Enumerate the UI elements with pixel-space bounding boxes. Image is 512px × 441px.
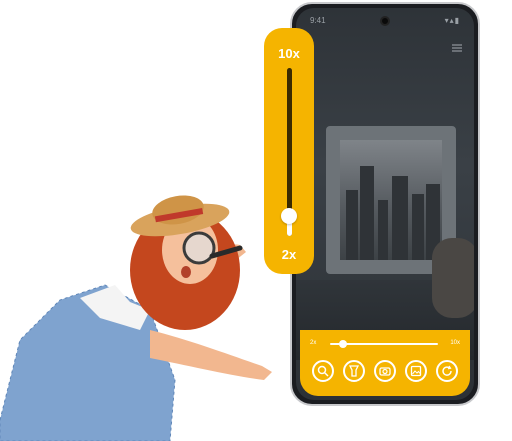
magnifier-button[interactable] bbox=[312, 360, 334, 382]
zoom-max-label: 10x bbox=[278, 46, 300, 61]
building bbox=[360, 166, 374, 260]
status-icons: ▾▴▮ bbox=[444, 16, 460, 25]
viewfinder-hand bbox=[432, 238, 474, 318]
magnifier-icon bbox=[317, 365, 329, 377]
camera-viewfinder: 9:41 ▾▴▮ 2x 10x bbox=[296, 8, 474, 400]
building bbox=[412, 194, 424, 260]
horizontal-zoom-slider[interactable]: 2x 10x bbox=[310, 338, 460, 350]
zoom-thumb[interactable] bbox=[338, 340, 347, 348]
front-camera bbox=[380, 16, 390, 26]
building bbox=[346, 190, 358, 260]
refresh-icon bbox=[442, 365, 452, 376]
status-time: 9:41 bbox=[310, 16, 326, 25]
zoom-max-label: 10x bbox=[450, 340, 460, 346]
gallery-icon bbox=[410, 365, 422, 377]
flashlight-icon bbox=[348, 365, 360, 377]
menu-icon[interactable] bbox=[452, 44, 462, 52]
building bbox=[378, 200, 388, 260]
woman-with-magnifier-illustration bbox=[0, 195, 272, 441]
flashlight-button[interactable] bbox=[343, 360, 365, 382]
gallery-button[interactable] bbox=[405, 360, 427, 382]
tool-row bbox=[312, 360, 458, 384]
camera-icon bbox=[379, 367, 391, 376]
viewfinder-city bbox=[340, 140, 442, 260]
camera-button[interactable] bbox=[374, 360, 396, 382]
zoom-track[interactable] bbox=[330, 340, 438, 348]
refresh-button[interactable] bbox=[436, 360, 458, 382]
camera-control-bar: 2x 10x bbox=[300, 330, 470, 396]
zoom-min-label: 2x bbox=[310, 340, 317, 346]
phone-device: 9:41 ▾▴▮ 2x 10x bbox=[290, 2, 480, 406]
building bbox=[392, 176, 408, 260]
